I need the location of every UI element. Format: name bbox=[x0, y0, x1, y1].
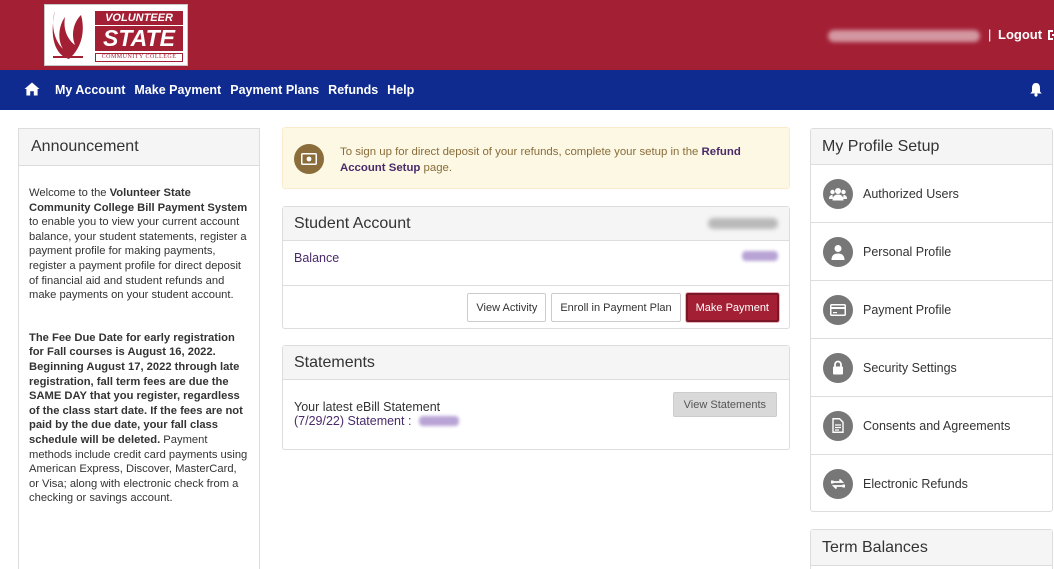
money-icon bbox=[294, 144, 324, 174]
logged-in-user-redacted bbox=[828, 30, 980, 42]
student-account-panel: Student Account Balance View Activity En… bbox=[282, 206, 790, 329]
logout-label: Logout bbox=[998, 27, 1043, 42]
home-icon[interactable] bbox=[24, 81, 40, 97]
refund-icon bbox=[823, 469, 853, 499]
consents-agreements-label: Consents and Agreements bbox=[863, 418, 1011, 433]
profile-setup-title: My Profile Setup bbox=[822, 137, 940, 155]
bell-icon[interactable] bbox=[1029, 82, 1043, 97]
alert-text: To sign up for direct deposit of your re… bbox=[340, 144, 784, 176]
top-header: VOLUNTEER STATE COMMUNITY COLLEGE | Logo… bbox=[0, 0, 1054, 70]
term-balances-header: Term Balances bbox=[811, 530, 1052, 566]
announcement-welcome-text: Welcome to the Volunteer State Community… bbox=[29, 186, 249, 303]
lock-icon bbox=[823, 352, 853, 383]
announcement-panel: Announcement Welcome to the Volunteer St… bbox=[18, 128, 260, 569]
person-icon bbox=[823, 236, 853, 267]
enroll-payment-plan-button[interactable]: Enroll in Payment Plan bbox=[551, 293, 681, 322]
student-account-title: Student Account bbox=[294, 214, 411, 232]
term-balances-title: Term Balances bbox=[822, 538, 928, 556]
statements-header: Statements bbox=[283, 346, 789, 380]
balance-amount-redacted bbox=[742, 251, 778, 261]
announcement-fee-due-text: The Fee Due Date for early registration … bbox=[29, 331, 249, 506]
view-activity-button[interactable]: View Activity bbox=[467, 293, 547, 322]
welcome-text-a: Welcome to the bbox=[29, 187, 110, 199]
credit-card-icon bbox=[823, 294, 853, 325]
make-payment-button[interactable]: Make Payment bbox=[685, 293, 779, 322]
balance-row: Balance bbox=[283, 241, 789, 286]
account-actions: View Activity Enroll in Payment Plan Mak… bbox=[467, 293, 779, 322]
fee-due-bold: The Fee Due Date for early registration … bbox=[29, 331, 243, 446]
student-id-redacted bbox=[708, 218, 778, 229]
term-balances-panel: Term Balances bbox=[810, 529, 1053, 569]
direct-deposit-alert: To sign up for direct deposit of your re… bbox=[282, 127, 790, 189]
sign-out-icon bbox=[1048, 29, 1054, 40]
profile-item-personal-profile[interactable]: Personal Profile bbox=[811, 223, 1052, 281]
logo-text-volunteer: VOLUNTEER bbox=[95, 11, 183, 25]
nav-item-help[interactable]: Help bbox=[387, 83, 414, 97]
nav-item-refunds[interactable]: Refunds bbox=[328, 83, 378, 97]
personal-profile-label: Personal Profile bbox=[863, 244, 952, 259]
profile-item-payment-profile[interactable]: Payment Profile bbox=[811, 281, 1052, 339]
profile-item-consents-agreements[interactable]: Consents and Agreements bbox=[811, 397, 1052, 455]
profile-setup-header: My Profile Setup bbox=[811, 129, 1052, 165]
announcement-title: Announcement bbox=[19, 129, 259, 166]
statements-panel: Statements Your latest eBill Statement (… bbox=[282, 345, 790, 450]
balance-label: Balance bbox=[294, 251, 340, 265]
profile-item-security-settings[interactable]: Security Settings bbox=[811, 339, 1052, 397]
nav-item-payment-plans[interactable]: Payment Plans bbox=[230, 83, 319, 97]
profile-item-authorized-users[interactable]: Authorized Users bbox=[811, 165, 1052, 223]
users-icon bbox=[823, 178, 853, 209]
nav-item-make-payment[interactable]: Make Payment bbox=[134, 83, 221, 97]
welcome-text-c: to enable you to view your current accou… bbox=[29, 216, 247, 302]
flame-logo-icon bbox=[52, 11, 83, 59]
payment-profile-label: Payment Profile bbox=[863, 302, 952, 317]
authorized-users-label: Authorized Users bbox=[863, 186, 959, 201]
logout-link[interactable]: Logout bbox=[998, 27, 1054, 42]
alert-text-a: To sign up for direct deposit of your re… bbox=[340, 146, 702, 158]
statement-link[interactable]: (7/29/22) Statement : bbox=[294, 414, 411, 428]
announcement-body: Welcome to the Volunteer State Community… bbox=[19, 166, 259, 506]
document-icon bbox=[823, 410, 853, 441]
profile-setup-panel: My Profile Setup Authorized Users Person… bbox=[810, 128, 1053, 512]
logo-text-community-college: COMMUNITY COLLEGE bbox=[95, 53, 183, 62]
logo-text-state: STATE bbox=[95, 26, 183, 51]
statement-amount-redacted bbox=[419, 416, 460, 426]
electronic-refunds-label: Electronic Refunds bbox=[863, 477, 968, 491]
header-separator: | bbox=[988, 27, 992, 42]
main-nav: My Account Make Payment Payment Plans Re… bbox=[0, 70, 1054, 110]
security-settings-label: Security Settings bbox=[863, 360, 957, 375]
student-account-header: Student Account bbox=[283, 207, 789, 241]
view-statements-button[interactable]: View Statements bbox=[672, 392, 777, 417]
college-logo[interactable]: VOLUNTEER STATE COMMUNITY COLLEGE bbox=[44, 4, 188, 66]
alert-text-b: page. bbox=[420, 162, 453, 174]
statements-title: Statements bbox=[294, 353, 375, 371]
nav-item-my-account[interactable]: My Account bbox=[55, 83, 125, 97]
profile-item-electronic-refunds[interactable]: Electronic Refunds bbox=[811, 455, 1052, 513]
nav-links: My Account Make Payment Payment Plans Re… bbox=[55, 70, 414, 110]
